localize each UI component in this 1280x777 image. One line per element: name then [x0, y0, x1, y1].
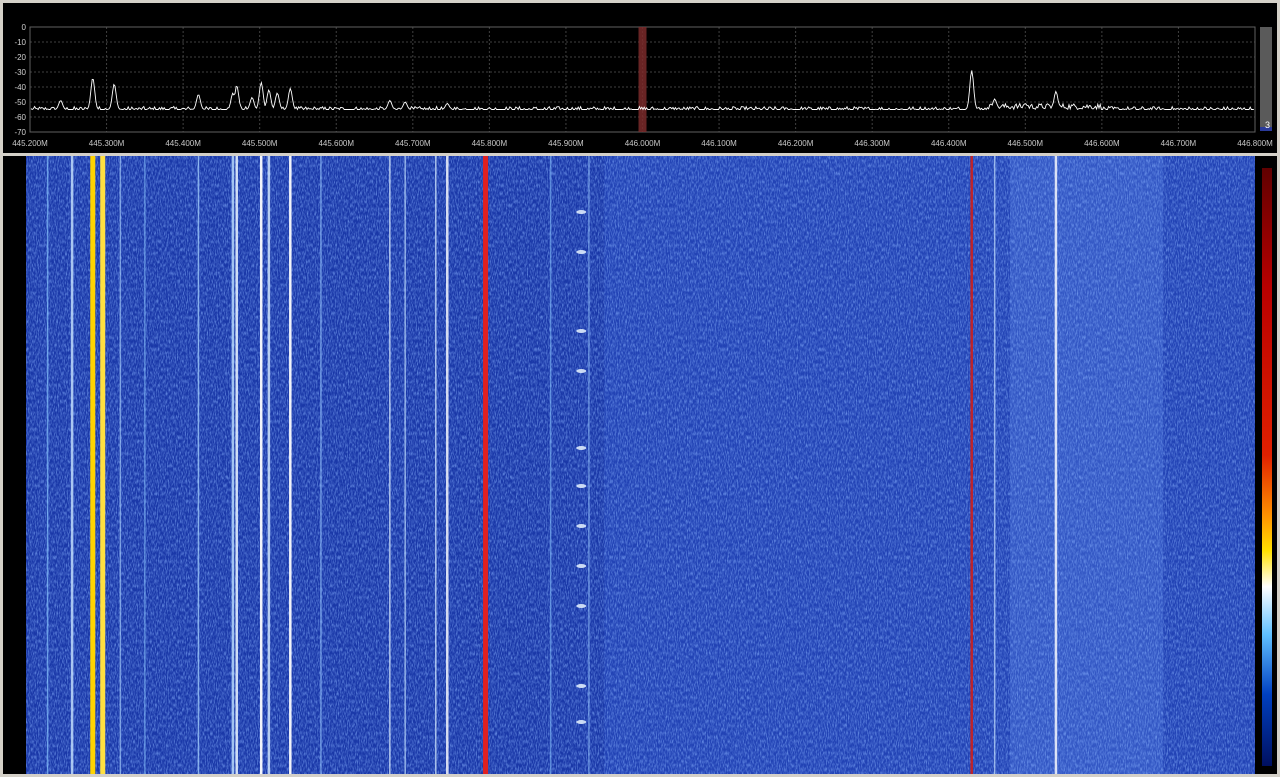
y-tick-label: -60 — [14, 113, 26, 122]
signal-streak — [404, 156, 406, 774]
y-tick-label: -30 — [14, 68, 26, 77]
frequency-tick-label: 445.300M — [89, 139, 125, 148]
spectrum-panel[interactable]: 0 -10 -20 -30 -40 -50 -60 -70 445.200M 445.300M 44… — [3, 3, 1277, 153]
y-tick-label: -50 — [14, 98, 26, 107]
signal-streak — [231, 156, 235, 774]
signal-burst — [576, 484, 587, 488]
signal-burst — [576, 564, 587, 568]
signal-burst — [576, 250, 587, 254]
y-tick-label: -10 — [14, 38, 26, 47]
signal-streak — [119, 156, 122, 774]
y-tick-label: 0 — [22, 23, 27, 32]
waterfall-noise-texture — [26, 156, 1255, 774]
frequency-tick-label: 446.000M — [625, 139, 661, 148]
waterfall-panel[interactable] — [3, 156, 1277, 774]
frequency-tick-label: 445.200M — [12, 139, 48, 148]
frequency-tick-label: 446.700M — [1161, 139, 1197, 148]
waterfall-display[interactable] — [3, 156, 1259, 774]
spectrum-scrollbar[interactable] — [1260, 27, 1272, 131]
signal-streak — [970, 156, 973, 774]
frequency-tick-label: 446.600M — [1084, 139, 1120, 148]
signal-streak — [320, 156, 322, 774]
signal-burst — [576, 210, 587, 214]
signal-streak — [70, 156, 74, 774]
spectrum-plot[interactable]: 0 -10 -20 -30 -40 -50 -60 -70 445.200M 445.300M 44… — [3, 3, 1277, 153]
frequency-tick-label: 446.400M — [931, 139, 967, 148]
signal-streak — [446, 156, 449, 774]
signal-burst — [576, 720, 587, 724]
center-frequency-marker[interactable] — [638, 27, 647, 132]
signal-streak — [993, 156, 996, 774]
y-tick-label: -40 — [14, 83, 26, 92]
frequency-tick-label: 445.900M — [548, 139, 584, 148]
y-tick-label: -20 — [14, 53, 26, 62]
frequency-tick-label: 445.800M — [472, 139, 508, 148]
signal-burst — [576, 524, 587, 528]
waterfall-left-margin — [3, 156, 26, 774]
frequency-tick-label: 446.200M — [778, 139, 814, 148]
signal-streak — [483, 156, 489, 774]
signal-streak — [289, 156, 292, 774]
frequency-tick-label: 445.600M — [318, 139, 354, 148]
signal-streak — [389, 156, 391, 774]
frequency-tick-label: 445.400M — [165, 139, 201, 148]
signal-burst — [576, 604, 587, 608]
signal-streak — [100, 156, 106, 774]
signal-streak — [588, 156, 590, 774]
signal-burst — [576, 329, 587, 333]
frequency-tick-label: 445.700M — [395, 139, 431, 148]
signal-burst — [576, 446, 587, 450]
signal-streak — [197, 156, 200, 774]
frequency-tick-label: 446.500M — [1008, 139, 1044, 148]
signal-streak — [1054, 156, 1058, 774]
y-tick-label: -70 — [14, 128, 26, 137]
signal-streak — [46, 156, 49, 774]
signal-streak — [90, 156, 96, 774]
signal-streak — [435, 156, 437, 774]
signal-streak — [144, 156, 146, 774]
frequency-tick-label: 446.100M — [701, 139, 737, 148]
frequency-tick-label: 446.300M — [854, 139, 890, 148]
signal-streak — [267, 156, 271, 774]
scrollbar-value: 3 — [1265, 120, 1271, 130]
frequency-tick-label: 445.500M — [242, 139, 278, 148]
signal-streak — [549, 156, 552, 774]
signal-burst — [576, 369, 587, 373]
frequency-tick-label: 446.800M — [1237, 139, 1273, 148]
signal-streak — [235, 156, 238, 774]
waterfall-colorbar — [1262, 168, 1272, 766]
signal-streak — [259, 156, 263, 774]
signal-burst — [576, 684, 587, 688]
